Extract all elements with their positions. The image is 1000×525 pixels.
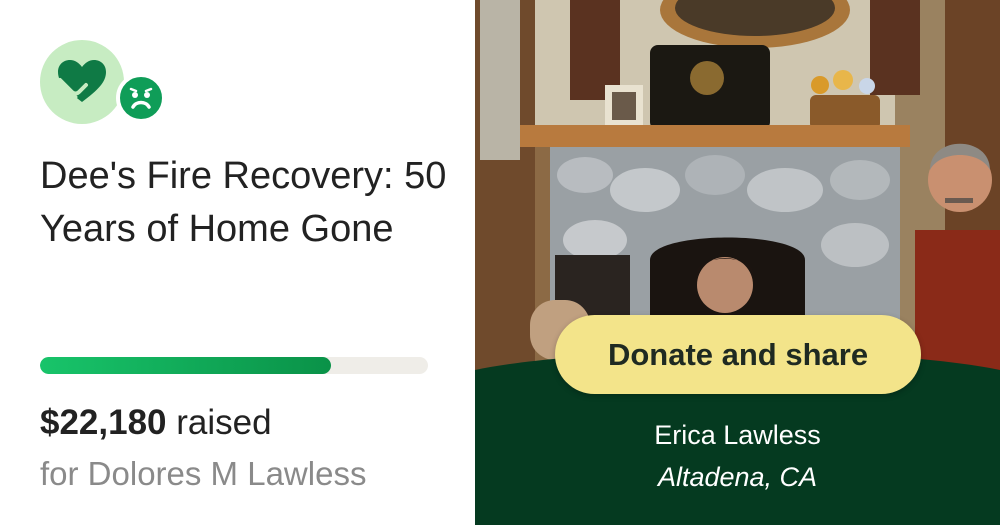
sad-face-badge xyxy=(116,73,166,123)
heart-hand-icon xyxy=(58,60,106,102)
fundraising-progress-bar xyxy=(40,357,428,374)
campaign-photo-card: Donate and share Erica Lawless Altadena,… xyxy=(475,0,1000,525)
raised-label: raised xyxy=(176,403,272,442)
gofundme-logo xyxy=(40,40,124,124)
amount-raised: $22,180 raised xyxy=(40,403,272,443)
sad-face-icon xyxy=(129,87,153,109)
campaign-title: Dee's Fire Recovery: 50 Years of Home Go… xyxy=(40,155,447,250)
raised-amount: $22,180 xyxy=(40,403,167,442)
donate-and-share-button[interactable]: Donate and share xyxy=(555,315,921,394)
organizer-name: Erica Lawless xyxy=(654,420,821,450)
progress-bar-fill xyxy=(40,357,331,374)
beneficiary-text: for Dolores M Lawless xyxy=(40,455,367,492)
campaign-summary: Dee's Fire Recovery: 50 Years of Home Go… xyxy=(0,0,475,525)
organizer-location: Altadena, CA xyxy=(657,462,818,492)
